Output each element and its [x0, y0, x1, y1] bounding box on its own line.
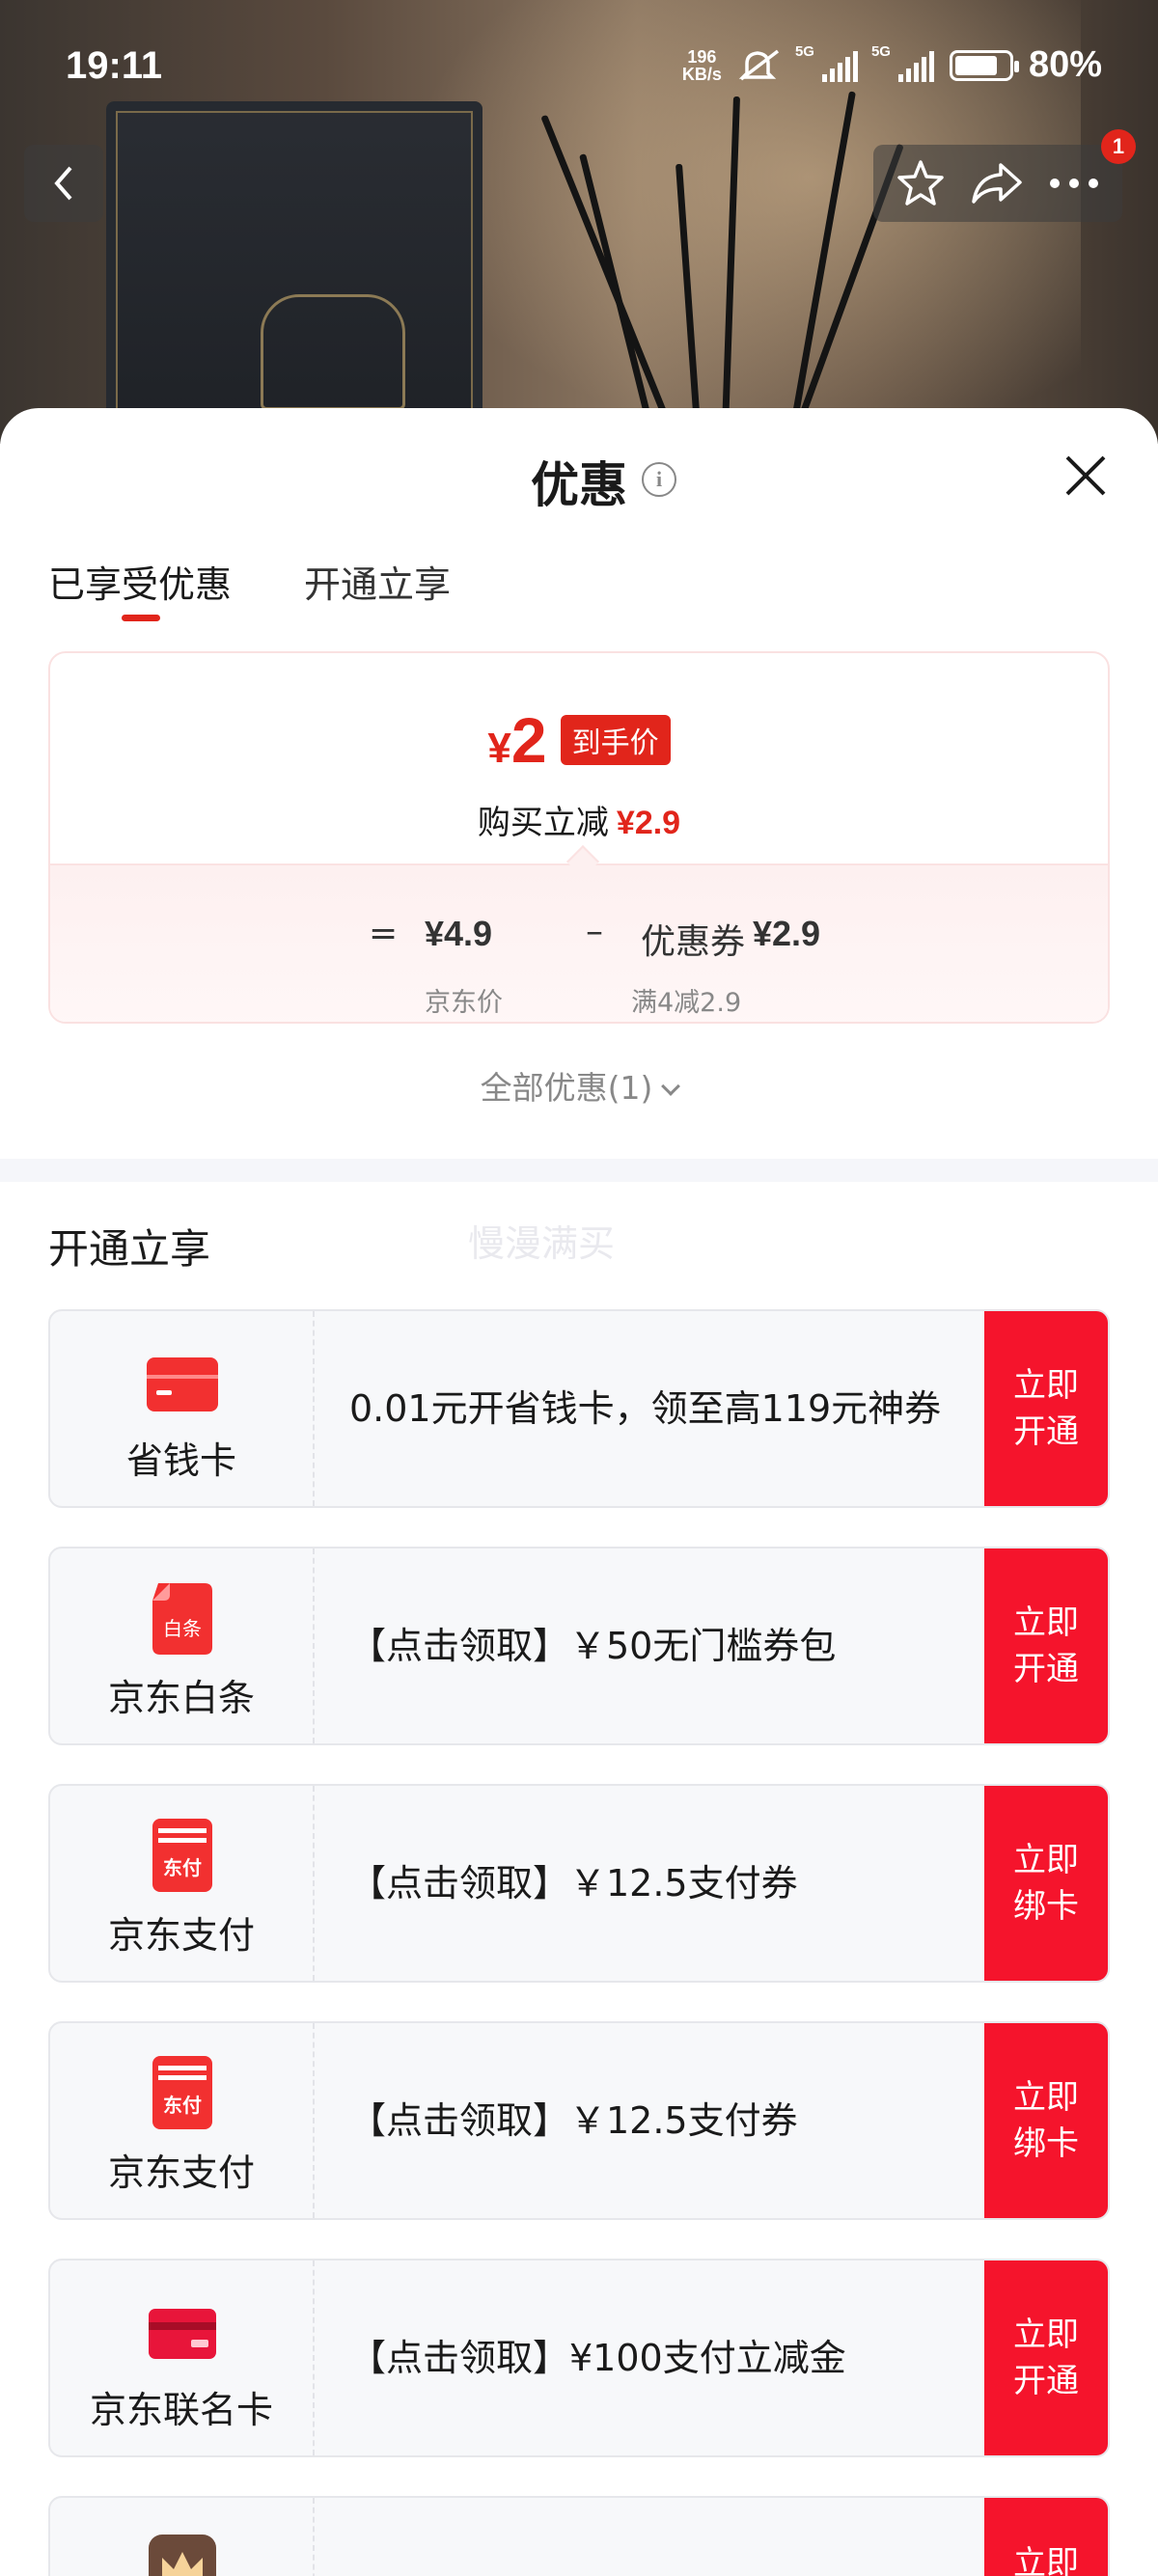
minus-sign: – [586, 912, 603, 951]
baitiao-icon: 白条 [152, 1583, 212, 1655]
tab-activate-benefits[interactable]: 开通立享 [304, 555, 451, 608]
tab-enjoyed-discounts[interactable]: 已享受优惠 [48, 555, 232, 621]
equals-sign: = [369, 914, 399, 953]
jd-pay-icon: 东付 [152, 1819, 212, 1892]
mute-icon [738, 49, 779, 80]
crown-icon [149, 2535, 216, 2576]
all-discounts-toggle[interactable]: 全部优惠(1) [0, 1062, 1158, 1109]
section-title: 开通立享 [48, 1225, 211, 1273]
offer-brand: 京东支付 [107, 1914, 255, 1957]
offer-description: 【点击领取】￥50无门槛券包 [349, 1625, 837, 1667]
offer-description: 【点击领取】¥100支付立减金 [349, 2337, 846, 2379]
base-price: ¥4.9 [425, 914, 493, 953]
signal-icon-1: 5G [795, 43, 858, 82]
co-brand-card-icon [149, 2309, 216, 2359]
bind-card-button[interactable]: 立即绑卡 [984, 2023, 1108, 2218]
offer-card[interactable]: 东付 京东支付 【点击领取】￥12.5支付券 立即绑卡 [48, 2021, 1110, 2220]
header-actions: 1 [873, 129, 1136, 222]
offer-description: 0.01元开省钱卡，领至高119元神券 [349, 1387, 942, 1430]
signal-icon-2: 5G [871, 43, 934, 82]
coupon-amount: ¥2.9 [753, 914, 821, 953]
status-bar: 19:11 196 KB/s 5G 5G 80% [0, 0, 1158, 135]
battery-icon [949, 49, 1019, 81]
watermark-text: 慢漫满买 [468, 1222, 616, 1265]
favorite-star-icon[interactable] [895, 157, 947, 209]
section-divider [0, 1159, 1158, 1182]
network-speed: 196 KB/s [681, 46, 722, 84]
instant-discount: 购买立减 ¥2.9 [477, 804, 681, 842]
jd-pay-icon: 东付 [152, 2056, 212, 2129]
svg-text:白条: 白条 [163, 1617, 202, 1640]
final-price: ¥2 [487, 704, 547, 776]
chevron-left-icon [54, 166, 72, 201]
svg-text:东付: 东付 [163, 1856, 202, 1879]
product-box [106, 101, 482, 444]
info-icon[interactable]: i [642, 462, 676, 497]
offer-description: 【点击领取】￥12.5支付券 [349, 2099, 798, 2142]
activate-button[interactable]: 立即开通 [984, 1311, 1108, 1506]
battery-level: 80% [1028, 44, 1102, 85]
price-breakdown-card: ¥2 到手价 购买立减 ¥2.9 = ¥4.9 – 优惠券 ¥2.9 京东价 满4… [48, 651, 1110, 1024]
coupon-caption: 满4减2.9 [631, 988, 742, 1018]
activate-button[interactable]: 立即开通 [984, 1548, 1108, 1743]
notification-badge: 1 [1101, 129, 1136, 164]
base-price-caption: 京东价 [425, 988, 503, 1018]
offer-brand: 省钱卡 [125, 1439, 236, 1482]
offer-card[interactable]: 省钱卡 0.01元开省钱卡，领至高119元神券 立即开通 [48, 1309, 1110, 1508]
back-button[interactable] [24, 145, 103, 222]
more-icon[interactable] [1047, 174, 1101, 193]
coupon-label: 优惠券 [641, 922, 746, 962]
bind-card-button[interactable]: 立即绑卡 [984, 1786, 1108, 1981]
status-time: 19:11 [66, 44, 163, 87]
offer-description [349, 2498, 996, 2576]
card-icon [147, 1357, 218, 1411]
offer-brand: 京东联名卡 [89, 2389, 273, 2431]
final-price-tag: 到手价 [560, 715, 671, 765]
offer-card[interactable]: 京东联名卡 【点击领取】¥100支付立减金 立即开通 [48, 2259, 1110, 2457]
offer-card[interactable]: 东付 京东支付 【点击领取】￥12.5支付券 立即绑卡 [48, 1784, 1110, 1983]
offer-brand: 京东支付 [107, 2151, 255, 2194]
activate-button[interactable]: 立即 [984, 2498, 1108, 2576]
sheet-title: 优惠 [531, 457, 627, 513]
close-icon[interactable] [1062, 452, 1110, 500]
offer-card[interactable]: 立即 [48, 2496, 1110, 2576]
activate-button[interactable]: 立即开通 [984, 2261, 1108, 2455]
share-icon[interactable] [970, 159, 1024, 207]
discount-sheet: 优惠 i 已享受优惠 开通立享 ¥2 到手价 购买立减 ¥2.9 = ¥4.9 –… [0, 408, 1158, 2576]
tab-bar: 已享受优惠 开通立享 [48, 555, 451, 621]
chevron-down-icon [661, 1077, 681, 1096]
offer-description: 【点击领取】￥12.5支付券 [349, 1862, 798, 1905]
offer-card[interactable]: 白条 京东白条 【点击领取】￥50无门槛券包 立即开通 [48, 1547, 1110, 1745]
svg-text:东付: 东付 [163, 2094, 202, 2117]
offer-brand: 京东白条 [107, 1677, 255, 1719]
